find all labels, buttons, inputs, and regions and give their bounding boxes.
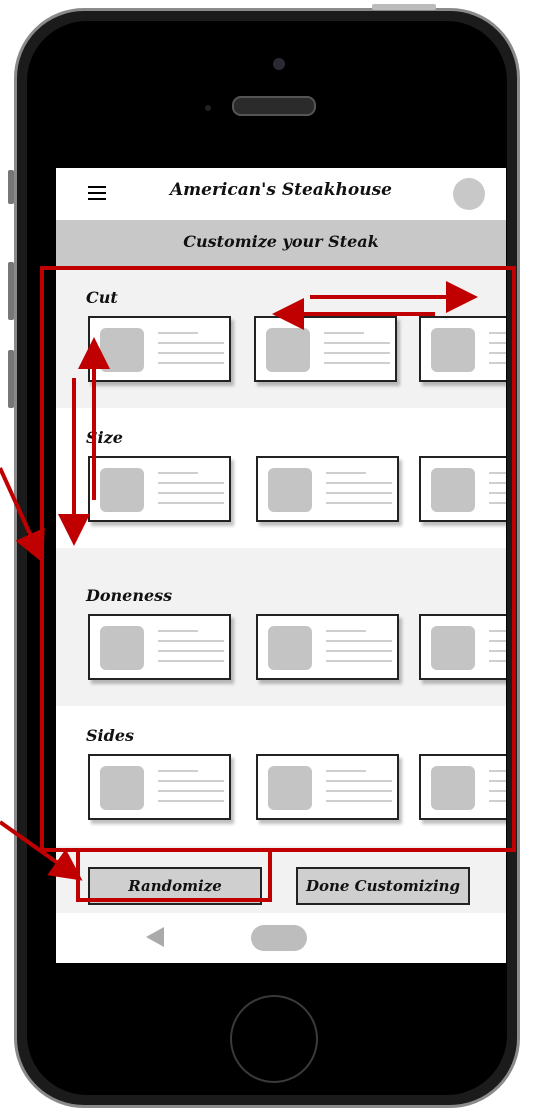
app-header: American's Steakhouse bbox=[56, 168, 506, 220]
volume-down-button bbox=[8, 350, 14, 408]
volume-up-button bbox=[8, 262, 14, 320]
image-placeholder-icon bbox=[431, 626, 475, 670]
image-placeholder-icon bbox=[100, 626, 144, 670]
option-card[interactable] bbox=[254, 316, 397, 382]
section-label-doneness: Doneness bbox=[86, 586, 173, 605]
app-screen: American's Steakhouse Customize your Ste… bbox=[56, 168, 506, 963]
option-card[interactable] bbox=[88, 316, 231, 382]
image-placeholder-icon bbox=[431, 328, 475, 372]
section-sides: Sides bbox=[56, 706, 506, 846]
proximity-sensor bbox=[205, 105, 211, 111]
action-bar: Randomize Done Customizing bbox=[56, 851, 506, 913]
back-triangle-icon[interactable] bbox=[146, 927, 164, 947]
home-button[interactable] bbox=[230, 995, 318, 1083]
option-card[interactable] bbox=[256, 614, 399, 680]
image-placeholder-icon bbox=[100, 766, 144, 810]
image-placeholder-icon bbox=[268, 766, 312, 810]
page-title: Customize your Steak bbox=[183, 232, 379, 251]
earpiece-speaker bbox=[232, 96, 316, 116]
system-nav-bar bbox=[56, 913, 506, 963]
image-placeholder-icon bbox=[266, 328, 310, 372]
section-doneness: Doneness bbox=[56, 566, 506, 706]
image-placeholder-icon bbox=[268, 468, 312, 512]
done-customizing-button[interactable]: Done Customizing bbox=[296, 867, 470, 905]
front-camera bbox=[273, 58, 285, 70]
home-pill-icon[interactable] bbox=[251, 925, 307, 951]
option-card[interactable] bbox=[419, 754, 506, 820]
option-card[interactable] bbox=[419, 456, 506, 522]
option-card[interactable] bbox=[256, 456, 399, 522]
customize-header: Customize your Steak bbox=[56, 220, 506, 268]
image-placeholder-icon bbox=[431, 468, 475, 512]
power-button bbox=[372, 4, 436, 10]
section-label-cut: Cut bbox=[86, 288, 118, 307]
image-placeholder-icon bbox=[268, 626, 312, 670]
image-placeholder-icon bbox=[100, 328, 144, 372]
option-card[interactable] bbox=[88, 754, 231, 820]
section-size: Size bbox=[56, 408, 506, 548]
option-card[interactable] bbox=[419, 316, 506, 382]
image-placeholder-icon bbox=[431, 766, 475, 810]
option-card[interactable] bbox=[419, 614, 506, 680]
section-label-size: Size bbox=[86, 428, 123, 447]
section-cut: Cut bbox=[56, 268, 506, 408]
mute-switch bbox=[8, 170, 14, 204]
option-card[interactable] bbox=[88, 456, 231, 522]
app-title: American's Steakhouse bbox=[169, 180, 392, 200]
option-card[interactable] bbox=[256, 754, 399, 820]
avatar-icon[interactable] bbox=[453, 178, 485, 210]
option-card[interactable] bbox=[88, 614, 231, 680]
image-placeholder-icon bbox=[100, 468, 144, 512]
randomize-button[interactable]: Randomize bbox=[88, 867, 262, 905]
section-label-sides: Sides bbox=[86, 726, 135, 745]
